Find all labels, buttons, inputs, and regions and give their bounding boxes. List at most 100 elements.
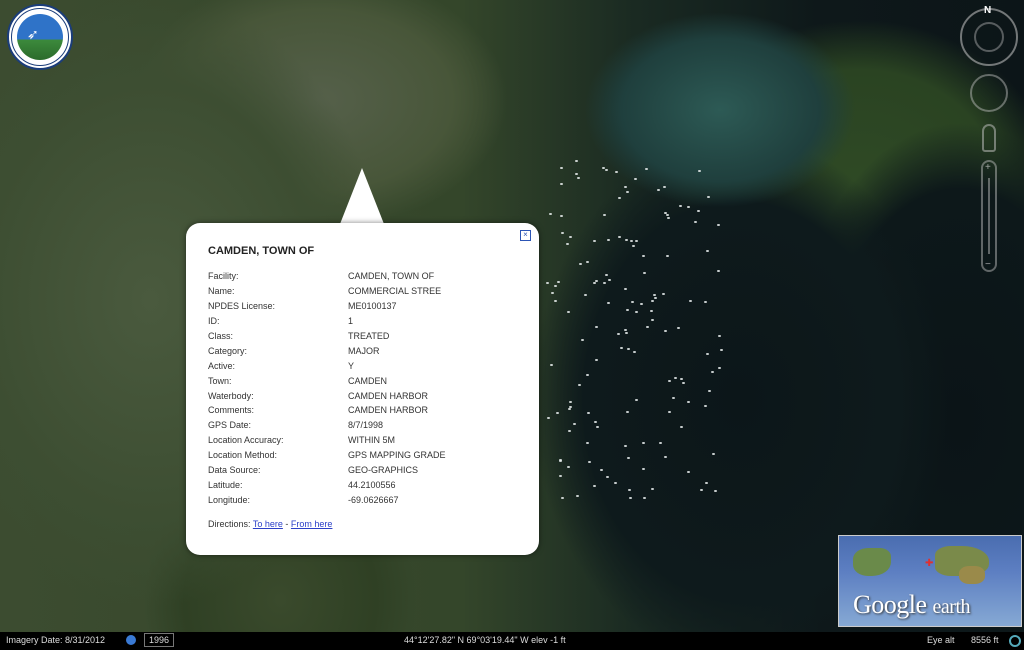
look-joystick[interactable]	[974, 22, 1004, 52]
boat	[645, 325, 649, 328]
attribute-value: CAMDEN HARBOR	[348, 390, 429, 401]
attribute-value: 1	[348, 316, 354, 327]
boat	[593, 420, 597, 423]
directions-to-here-link[interactable]: To here	[253, 519, 283, 529]
boat	[632, 245, 636, 248]
boat	[586, 373, 590, 376]
boat	[615, 170, 619, 173]
attribute-label: Class:	[208, 331, 234, 341]
google-earth-brand: Google	[853, 590, 927, 619]
attribute-row: Name: COMMERCIAL STREE	[208, 284, 446, 299]
boat	[707, 195, 711, 198]
satellite-map[interactable]: ➶ N + − CAMDEN, TOWN OF × Facility: CAMDE…	[0, 0, 1024, 632]
boat	[608, 279, 612, 282]
boat	[568, 401, 572, 404]
boat	[566, 311, 570, 314]
attribute-value: GEO-GRAPHICS	[348, 465, 419, 476]
boat	[586, 411, 590, 414]
balloon-pointer	[340, 168, 384, 224]
attribute-row: GPS Date: 8/7/1998	[208, 418, 446, 433]
zoom-in-icon[interactable]: +	[985, 162, 991, 173]
boat	[681, 381, 685, 384]
boat	[626, 411, 630, 414]
attribute-label: Location Accuracy:	[208, 435, 284, 446]
status-bar: Imagery Date: 8/31/2012 1996 44°12'27.82…	[0, 632, 1024, 650]
boat	[566, 465, 570, 468]
boat	[623, 328, 627, 331]
boat	[666, 217, 670, 220]
boat	[640, 303, 644, 306]
north-indicator[interactable]: N	[984, 5, 991, 16]
boat	[680, 426, 684, 429]
attribute-row: ID: 1	[208, 314, 446, 329]
boat	[569, 236, 573, 239]
boat	[626, 190, 630, 193]
google-earth-suffix: earth	[932, 596, 971, 618]
attribute-row: Town: CAMDEN	[208, 373, 446, 388]
boat	[554, 285, 558, 288]
boat	[644, 168, 648, 171]
attribute-label: GPS Date:	[208, 420, 252, 431]
pointer-coordinates: 44°12'27.82" N 69°03'19.44" W elev -1 ft	[404, 635, 566, 645]
move-ring[interactable]	[970, 74, 1008, 112]
attribute-label: Name:	[208, 286, 235, 297]
boat	[617, 235, 621, 238]
boat	[664, 329, 668, 332]
overview-land	[853, 548, 891, 576]
boat	[634, 398, 638, 401]
directions-separator: -	[285, 519, 289, 529]
boat	[549, 212, 553, 215]
attribute-value: CAMDEN HARBOR	[348, 405, 429, 416]
boat	[665, 255, 669, 258]
boat	[624, 185, 628, 188]
boat	[546, 417, 550, 420]
boat	[686, 471, 690, 474]
boat	[634, 239, 638, 242]
overview-map[interactable]: ✚ Google earth	[838, 535, 1022, 627]
attribute-row: Latitude: 44.2100556	[208, 477, 446, 492]
boat	[624, 288, 628, 291]
attribute-row: Category: MAJOR	[208, 343, 446, 358]
zoom-track[interactable]	[988, 178, 990, 254]
boat	[569, 406, 573, 409]
boat	[720, 348, 724, 351]
boat	[617, 333, 621, 336]
attribute-row: Comments: CAMDEN HARBOR	[208, 403, 446, 418]
attribute-row: Location Method: GPS MAPPING GRADE	[208, 448, 446, 463]
boat	[550, 364, 554, 367]
overview-land	[959, 566, 985, 584]
boat	[607, 238, 611, 241]
boat	[578, 263, 582, 266]
boat	[575, 495, 579, 498]
historical-imagery-clock-icon[interactable]	[126, 635, 136, 645]
balloon-title: CAMDEN, TOWN OF	[208, 245, 315, 257]
close-icon[interactable]: ×	[520, 230, 531, 241]
street-view-pegman-icon[interactable]	[982, 124, 996, 152]
boat	[606, 301, 610, 304]
boat	[556, 280, 560, 283]
boat	[651, 299, 655, 302]
zoom-out-icon[interactable]: −	[985, 259, 991, 270]
directions-from-here-link[interactable]: From here	[291, 519, 333, 529]
boat	[581, 339, 585, 342]
attribute-value: WITHIN 5M	[348, 435, 395, 446]
boat	[679, 377, 683, 380]
attribute-label: Category:	[208, 345, 248, 356]
attribute-value: COMMERCIAL STREE	[348, 286, 442, 297]
boat	[717, 334, 721, 337]
boat	[668, 410, 672, 413]
boat	[642, 468, 646, 471]
boat	[698, 169, 702, 172]
boat	[620, 347, 624, 350]
imagery-year-badge[interactable]: 1996	[144, 633, 175, 647]
zoom-slider[interactable]: + −	[981, 160, 997, 272]
eye-alt-value: 8556 ft	[971, 635, 999, 645]
boat	[687, 400, 691, 403]
boat	[718, 367, 722, 370]
attribute-value: 8/7/1998	[348, 420, 384, 431]
boat	[704, 301, 708, 304]
boat	[703, 405, 707, 408]
boat	[706, 249, 710, 252]
navigation-controls[interactable]: N + −	[954, 0, 1024, 280]
attribute-row: Active: Y	[208, 358, 446, 373]
